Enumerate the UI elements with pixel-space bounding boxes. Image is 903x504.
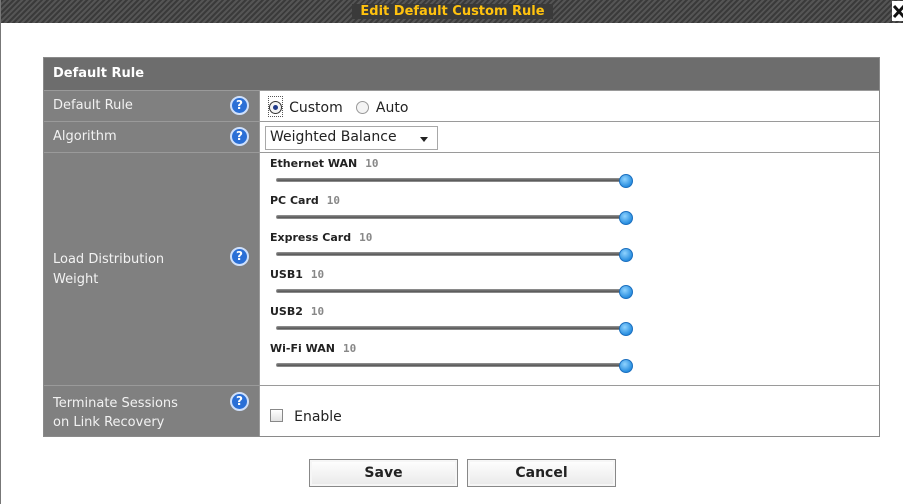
algorithm-select[interactable]: Weighted Balance <box>265 126 438 150</box>
slider-handle[interactable] <box>619 174 633 188</box>
help-icon[interactable]: ? <box>230 392 249 411</box>
load-distribution-label-line1: Load Distribution <box>53 252 165 267</box>
row-label-cell: Default Rule ? <box>44 91 259 121</box>
chevron-down-icon <box>420 137 428 142</box>
custom-radio[interactable] <box>269 101 282 114</box>
help-icon[interactable]: ? <box>230 96 249 115</box>
slider-handle[interactable] <box>619 322 633 336</box>
row-terminate-sessions: Terminate Sessions on Link Recovery ? En… <box>44 385 879 436</box>
slider-name: PC Card <box>270 194 319 207</box>
dialog-title: Edit Default Custom Rule <box>352 4 553 19</box>
slider-name: Ethernet WAN <box>270 157 358 170</box>
weight-slider: Ethernet WAN 10 <box>270 157 633 194</box>
custom-radio-label[interactable]: Custom <box>289 100 343 116</box>
load-distribution-value-cell: Ethernet WAN 10 PC Card 10 Express Card 10 … <box>259 153 879 385</box>
close-icon[interactable] <box>892 1 903 21</box>
row-algorithm: Algorithm ? Weighted Balance <box>44 121 879 152</box>
cancel-button[interactable]: Cancel <box>467 459 616 487</box>
enable-checkbox-wrap: Enable <box>270 406 342 425</box>
default-rule-value-cell: Custom Auto <box>259 91 879 121</box>
slider-handle[interactable] <box>619 248 633 262</box>
slider-track[interactable] <box>276 178 626 182</box>
slider-value: 10 <box>310 305 325 318</box>
slider-track[interactable] <box>276 363 626 367</box>
enable-checkbox[interactable] <box>270 409 283 422</box>
default-rule-table: Default Rule Default Rule ? Custom Auto <box>43 57 880 437</box>
slider-name: USB2 <box>270 305 303 318</box>
weight-slider: Express Card 10 <box>270 231 633 268</box>
row-label-cell: Load Distribution Weight ? <box>44 153 259 385</box>
terminate-sessions-value-cell: Enable <box>259 386 879 436</box>
slider-track[interactable] <box>276 289 626 293</box>
slider-track[interactable] <box>276 326 626 330</box>
save-button[interactable]: Save <box>309 459 458 487</box>
slider-name: Wi-Fi WAN <box>270 342 335 355</box>
algorithm-value-cell: Weighted Balance <box>259 122 879 152</box>
row-default-rule: Default Rule ? Custom Auto <box>44 90 879 121</box>
algorithm-label: Algorithm <box>53 129 117 144</box>
slider-name: USB1 <box>270 268 303 281</box>
dialog-titlebar: Edit Default Custom Rule <box>1 0 903 23</box>
slider-value: 10 <box>342 342 357 355</box>
slider-value: 10 <box>310 268 325 281</box>
slider-track[interactable] <box>276 252 626 256</box>
enable-checkbox-label[interactable]: Enable <box>294 409 342 425</box>
terminate-sessions-label-line1: Terminate Sessions <box>53 396 178 411</box>
help-icon[interactable]: ? <box>230 247 249 266</box>
slider-value: 10 <box>365 157 379 170</box>
edit-rule-dialog: Edit Default Custom Rule Default Rule De… <box>0 0 903 504</box>
weight-slider: USB2 10 <box>270 305 633 342</box>
row-label-cell: Terminate Sessions on Link Recovery ? <box>44 386 259 436</box>
slider-handle[interactable] <box>619 285 633 299</box>
slider-value: 10 <box>326 194 341 207</box>
weight-slider: USB1 10 <box>270 268 633 305</box>
slider-handle[interactable] <box>619 359 633 373</box>
terminate-sessions-label-line2: on Link Recovery <box>53 415 165 430</box>
slider-value: 10 <box>359 231 373 244</box>
auto-radio-label[interactable]: Auto <box>376 100 409 116</box>
default-rule-label: Default Rule <box>53 98 133 113</box>
custom-radio-focus <box>268 96 283 117</box>
help-icon[interactable]: ? <box>230 127 249 146</box>
table-header: Default Rule <box>44 58 879 90</box>
row-load-distribution: Load Distribution Weight ? Ethernet WAN 1… <box>44 152 879 385</box>
slider-name: Express Card <box>270 231 352 244</box>
weight-slider: PC Card 10 <box>270 194 633 231</box>
slider-handle[interactable] <box>619 211 633 225</box>
load-distribution-label-line2: Weight <box>53 272 99 287</box>
weight-slider: Wi-Fi WAN 10 <box>270 342 633 379</box>
algorithm-selected-value: Weighted Balance <box>270 129 397 145</box>
row-label-cell: Algorithm ? <box>44 122 259 152</box>
auto-radio[interactable] <box>355 101 369 114</box>
slider-track[interactable] <box>276 215 626 219</box>
